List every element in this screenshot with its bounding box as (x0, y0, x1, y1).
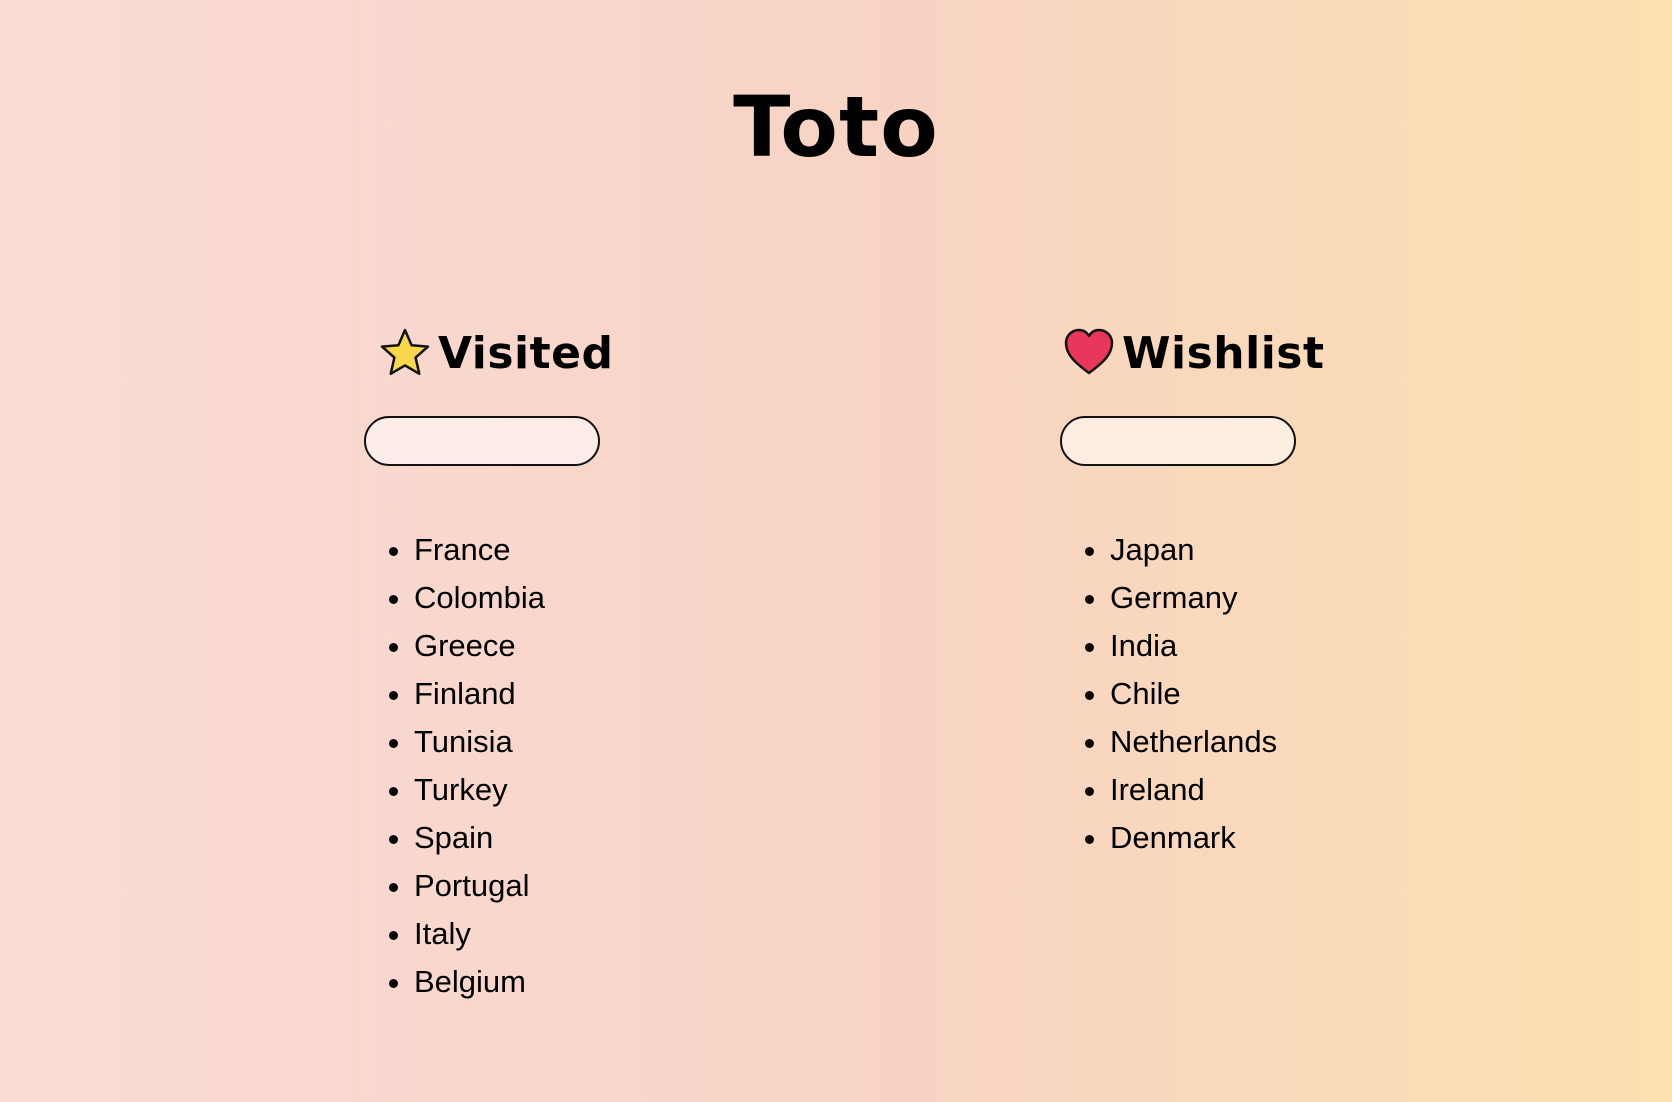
list-item: Portugal (414, 862, 614, 910)
list-item: Chile (1110, 670, 1325, 718)
visited-input[interactable] (364, 416, 600, 466)
visited-header: Visited (378, 320, 614, 386)
wishlist-header: Wishlist (1062, 320, 1325, 386)
list-item: Turkey (414, 766, 614, 814)
star-icon (378, 326, 432, 380)
wishlist-list: JapanGermanyIndiaChileNetherlandsIreland… (1060, 526, 1325, 862)
list-item: Ireland (1110, 766, 1325, 814)
visited-title: Visited (438, 327, 614, 379)
heart-icon (1062, 326, 1116, 380)
visited-section: Visited FranceColombiaGreeceFinlandTunis… (364, 320, 614, 1006)
list-item: Italy (414, 910, 614, 958)
list-item: Tunisia (414, 718, 614, 766)
wishlist-input[interactable] (1060, 416, 1296, 466)
wishlist-section: Wishlist JapanGermanyIndiaChileNetherlan… (1060, 320, 1325, 862)
list-item: Spain (414, 814, 614, 862)
list-item: Greece (414, 622, 614, 670)
list-item: Japan (1110, 526, 1325, 574)
list-item: Belgium (414, 958, 614, 1006)
list-item: Finland (414, 670, 614, 718)
list-item: Netherlands (1110, 718, 1325, 766)
list-item: France (414, 526, 614, 574)
list-item: Germany (1110, 574, 1325, 622)
list-item: India (1110, 622, 1325, 670)
app-title: Toto (733, 78, 939, 176)
visited-list: FranceColombiaGreeceFinlandTunisiaTurkey… (364, 526, 614, 1006)
list-item: Colombia (414, 574, 614, 622)
list-item: Denmark (1110, 814, 1325, 862)
wishlist-title: Wishlist (1122, 327, 1325, 379)
